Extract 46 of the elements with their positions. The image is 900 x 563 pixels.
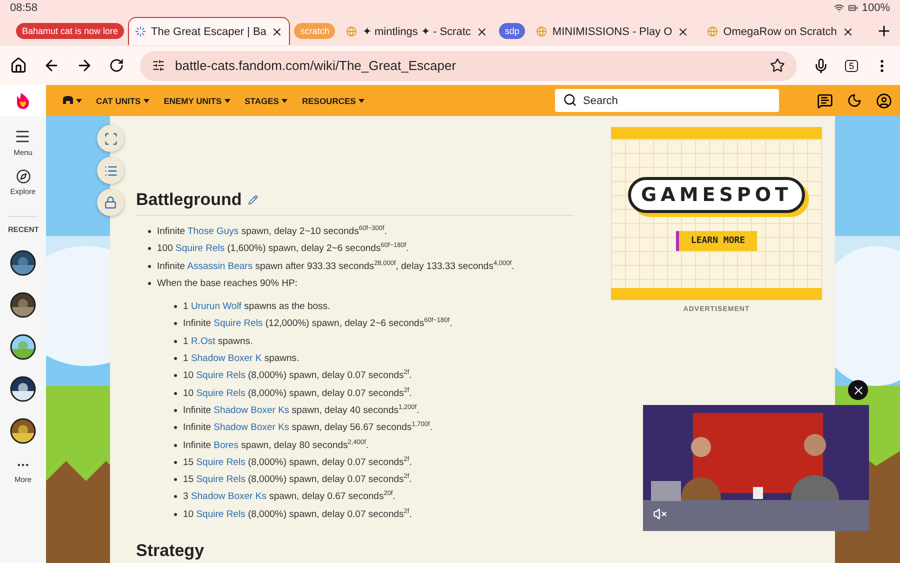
battery-level: 100% (862, 2, 890, 14)
discussion-icon[interactable] (817, 92, 833, 108)
nav-menu[interactable] (62, 96, 82, 105)
caret-icon (76, 98, 82, 102)
flame-logo-icon[interactable] (15, 92, 31, 110)
site-icon (707, 26, 718, 37)
wiki-logo-icon (62, 96, 74, 105)
nav-menu[interactable]: CAT UNITS (96, 96, 150, 106)
close-icon[interactable] (271, 26, 284, 38)
new-tab-icon[interactable] (876, 23, 892, 39)
tab-count[interactable]: 5 (844, 60, 858, 72)
nav-menu[interactable]: RESOURCES (302, 96, 365, 106)
forward-icon[interactable] (76, 57, 93, 74)
browser-tab[interactable]: OmegaRow on Scratch (700, 17, 861, 45)
site-icon (536, 26, 548, 37)
microphone-icon[interactable] (812, 58, 829, 74)
caret-icon (142, 98, 150, 102)
tab-group-label[interactable]: sdp (498, 23, 526, 39)
nav-menu[interactable]: STAGES (244, 96, 288, 106)
wifi-icon (834, 3, 844, 13)
battery-icon (848, 3, 858, 13)
caret-icon (224, 98, 231, 102)
back-icon[interactable] (43, 57, 60, 74)
clock: 08:58 (10, 2, 38, 14)
search-field[interactable]: Search (555, 89, 779, 112)
browser-tab[interactable]: The Great Escaper | Ba (128, 17, 290, 45)
close-icon[interactable] (476, 26, 488, 38)
address-bar[interactable]: battle-cats.fandom.com/wiki/The_Great_Escaper (140, 50, 797, 80)
menu-icon (14, 128, 32, 145)
site-icon (346, 26, 358, 37)
caret-icon (280, 98, 288, 102)
compass-icon (16, 169, 30, 184)
close-icon[interactable] (677, 26, 690, 38)
search-icon (563, 93, 577, 107)
browser-tab[interactable]: ✦ mintlings ✦ - Scratc (339, 17, 495, 45)
site-settings-icon (152, 59, 165, 72)
nav-menu[interactable]: ENEMY UNITS (164, 96, 231, 106)
moon-icon[interactable] (847, 93, 862, 108)
account-icon[interactable] (876, 92, 892, 108)
home-icon[interactable] (10, 57, 27, 74)
star-icon (770, 58, 785, 73)
tab-group-label[interactable]: Bahamut cat is now lore (16, 23, 124, 39)
browser-tab[interactable]: MINIMISSIONS - Play O (529, 17, 696, 45)
caret-icon (358, 98, 365, 102)
reload-icon[interactable] (109, 58, 124, 73)
close-icon[interactable] (842, 26, 854, 38)
